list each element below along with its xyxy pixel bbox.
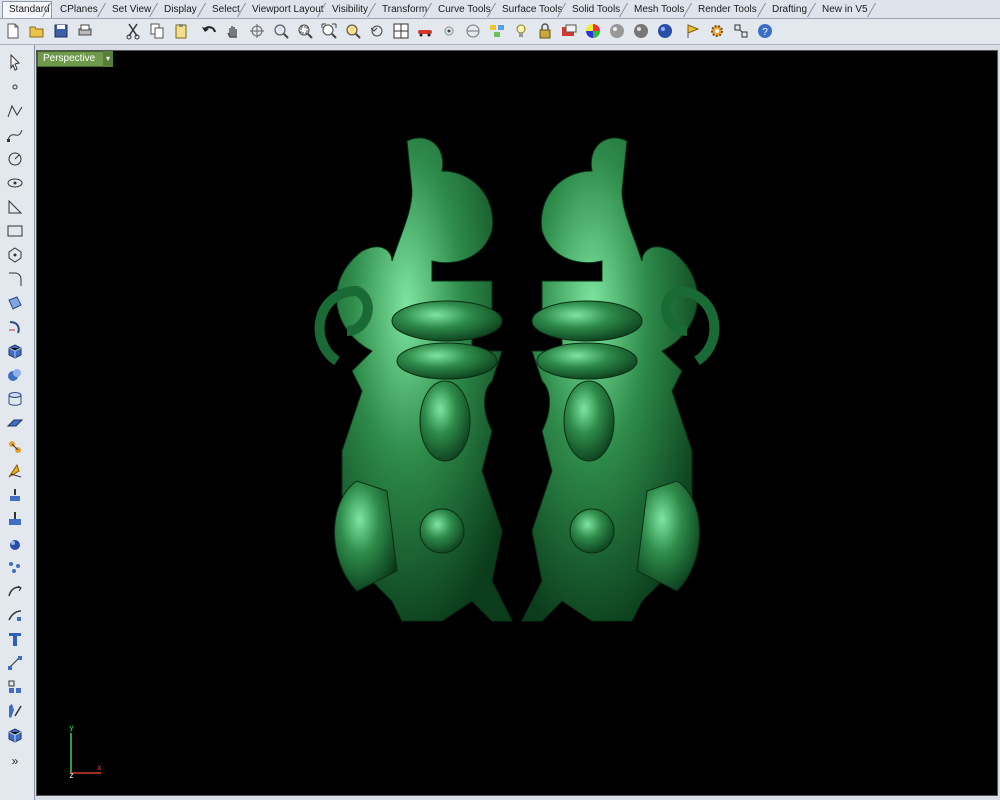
grid-snap-icon[interactable] xyxy=(731,21,751,41)
lock-icon[interactable] xyxy=(535,21,555,41)
viewport-menu-caret[interactable]: ▾ xyxy=(103,51,113,67)
zoom-extents-icon[interactable] xyxy=(319,21,339,41)
point-icon[interactable] xyxy=(4,77,26,97)
undo-view-icon[interactable] xyxy=(367,21,387,41)
sphere-shaded-icon[interactable] xyxy=(631,21,651,41)
tab-cplanes[interactable]: CPlanes xyxy=(54,2,106,17)
curve-icon[interactable] xyxy=(4,125,26,145)
tab-set-view[interactable]: Set View xyxy=(106,2,158,17)
boolean-icon[interactable] xyxy=(4,365,26,385)
axis-x-label: x xyxy=(97,763,102,772)
curve-edit-icon[interactable] xyxy=(4,581,26,601)
standard-toolbar: ? xyxy=(0,19,1000,45)
arc-icon[interactable] xyxy=(4,197,26,217)
rectangle-icon[interactable] xyxy=(4,221,26,241)
tab-standard[interactable]: Standard xyxy=(2,1,52,18)
more-tools-button[interactable]: » xyxy=(4,751,26,771)
rotate-view-icon[interactable] xyxy=(247,21,267,41)
analyze-icon[interactable] xyxy=(683,21,703,41)
print-icon[interactable] xyxy=(75,21,95,41)
copy-icon[interactable] xyxy=(147,21,167,41)
circle-icon[interactable] xyxy=(4,149,26,169)
main-left-toolbar: » xyxy=(0,45,35,800)
perspective-viewport[interactable]: Perspective ▾ y x z xyxy=(36,50,998,796)
dimension-icon[interactable] xyxy=(4,629,26,649)
tab-mesh-tools[interactable]: Mesh Tools xyxy=(628,2,692,17)
color-wheel-icon[interactable] xyxy=(583,21,603,41)
four-viewports-icon[interactable] xyxy=(391,21,411,41)
split-icon[interactable] xyxy=(4,509,26,529)
cut-icon[interactable] xyxy=(123,21,143,41)
select-arrow-icon[interactable] xyxy=(4,52,26,72)
tab-select[interactable]: Select xyxy=(206,2,246,17)
view-cube-icon[interactable] xyxy=(4,701,26,721)
gear-options-icon[interactable] xyxy=(707,21,727,41)
block-icon[interactable] xyxy=(4,653,26,673)
select-points-icon[interactable] xyxy=(439,21,459,41)
box-icon[interactable] xyxy=(4,341,26,361)
new-file-icon[interactable] xyxy=(3,21,23,41)
lightbulb-icon[interactable] xyxy=(511,21,531,41)
zoom-selected-icon[interactable] xyxy=(343,21,363,41)
help-icon[interactable]: ? xyxy=(755,21,775,41)
save-icon[interactable] xyxy=(51,21,71,41)
axis-y-label: y xyxy=(69,723,74,732)
sphere-blue-icon[interactable] xyxy=(655,21,675,41)
more-cube-icon[interactable] xyxy=(4,725,26,745)
solid-edit-icon[interactable] xyxy=(4,485,26,505)
tab-visibility[interactable]: Visibility xyxy=(326,2,376,17)
tab-render-tools[interactable]: Render Tools xyxy=(692,2,766,17)
revolve-icon[interactable] xyxy=(4,317,26,337)
tab-display[interactable]: Display xyxy=(158,2,206,17)
tab-drafting[interactable]: Drafting xyxy=(766,2,816,17)
zoom-dynamic-icon[interactable] xyxy=(271,21,291,41)
polyline-icon[interactable] xyxy=(4,101,26,121)
right-pillar-model xyxy=(521,137,720,622)
car-options-icon[interactable] xyxy=(415,21,435,41)
surface-icon[interactable] xyxy=(4,293,26,313)
group-icon[interactable] xyxy=(4,533,26,553)
axis-z-label: z xyxy=(69,771,74,780)
tab-surface-tools[interactable]: Surface Tools xyxy=(496,2,566,17)
edit-icon[interactable] xyxy=(4,461,26,481)
left-pillar-model xyxy=(314,137,513,622)
transform-icon[interactable] xyxy=(4,437,26,457)
viewport-title[interactable]: Perspective xyxy=(37,51,113,67)
tab-solid-tools[interactable]: Solid Tools xyxy=(566,2,628,17)
tab-viewport-layout[interactable]: Viewport Layout xyxy=(246,2,326,17)
tab-transform[interactable]: Transform xyxy=(376,2,432,17)
zoom-window-icon[interactable] xyxy=(295,21,315,41)
extrude-surface-icon[interactable] xyxy=(4,413,26,433)
open-folder-icon[interactable] xyxy=(27,21,47,41)
text-icon[interactable] xyxy=(4,605,26,625)
hide-icon[interactable] xyxy=(463,21,483,41)
point-edit-icon[interactable] xyxy=(4,557,26,577)
color-swatch-icon[interactable] xyxy=(559,21,579,41)
ellipse-icon[interactable] xyxy=(4,173,26,193)
pan-hand-icon[interactable] xyxy=(223,21,243,41)
axis-indicator: y x z xyxy=(67,723,107,780)
tab-curve-tools[interactable]: Curve Tools xyxy=(432,2,496,17)
carved-pillar-models xyxy=(314,137,720,622)
toolbar-tab-row: Standard CPlanes Set View Display Select… xyxy=(0,0,1000,19)
drafting-icon[interactable] xyxy=(4,677,26,697)
tab-new-in-v5[interactable]: New in V5 xyxy=(816,2,876,17)
undo-icon[interactable] xyxy=(199,21,219,41)
fillet-curve-icon[interactable] xyxy=(4,269,26,289)
svg-text:?: ? xyxy=(762,27,768,38)
paste-icon[interactable] xyxy=(171,21,191,41)
cylinder-icon[interactable] xyxy=(4,389,26,409)
layers-icon[interactable] xyxy=(487,21,507,41)
sphere-render-icon[interactable] xyxy=(607,21,627,41)
polygon-icon[interactable] xyxy=(4,245,26,265)
